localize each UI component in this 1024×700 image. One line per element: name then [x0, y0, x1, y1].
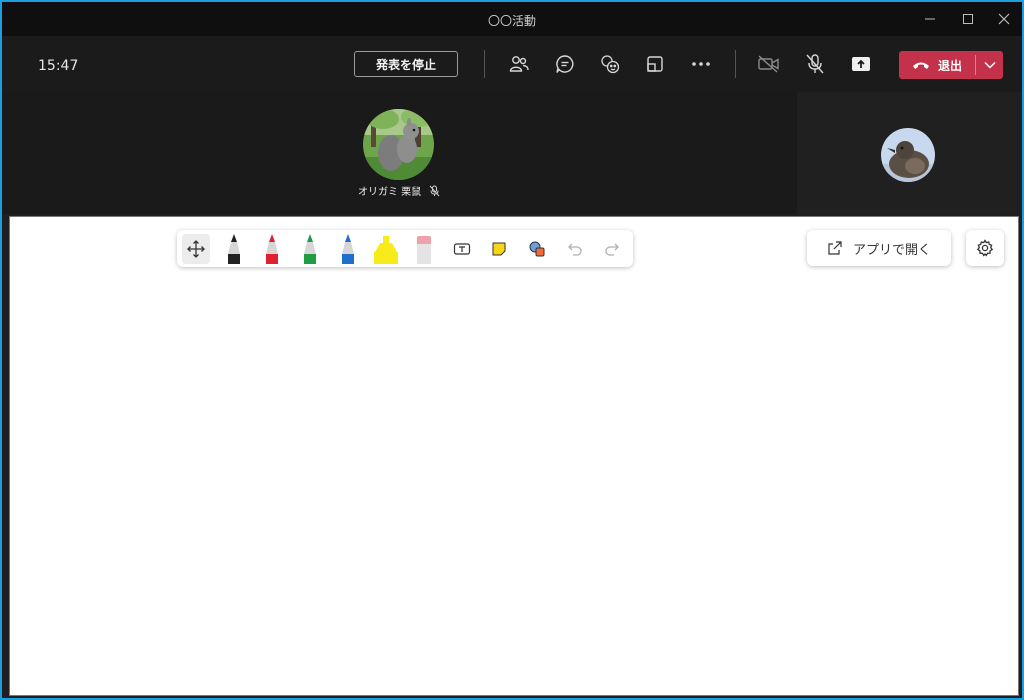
title-bar: 〇〇活動	[2, 2, 1022, 36]
pen-blue-icon	[342, 234, 354, 264]
eraser-tool[interactable]	[410, 234, 438, 264]
more-icon	[692, 62, 710, 66]
maximize-button[interactable]	[956, 8, 980, 30]
rooms-icon	[647, 56, 663, 72]
leave-main[interactable]: 退出	[899, 51, 975, 79]
more-actions-button[interactable]	[689, 52, 713, 76]
participant-avatar[interactable]	[363, 109, 434, 180]
leave-divider	[975, 55, 976, 75]
chat-icon	[556, 55, 574, 73]
sticky-note-tool[interactable]	[485, 234, 513, 264]
undo-icon	[568, 243, 582, 256]
teams-window: 〇〇活動 15:47 発表を停止 退出 オリガミ 栗鼠 アプリで開く	[0, 0, 1024, 700]
pen-black-tool[interactable]	[220, 234, 248, 264]
text-box-icon	[453, 243, 471, 255]
eraser-icon	[417, 236, 431, 264]
toolbar-divider	[484, 50, 485, 78]
meeting-toolbar: 15:47 発表を停止 退出	[2, 36, 1022, 92]
move-tool[interactable]	[182, 234, 210, 264]
leave-label: 退出	[937, 58, 962, 73]
pen-blue-tool[interactable]	[334, 234, 362, 264]
pen-black-icon	[228, 234, 240, 264]
highlighter-tool[interactable]	[370, 234, 402, 264]
people-icon	[509, 56, 529, 72]
pen-green-icon	[304, 234, 316, 264]
hang-up-icon	[912, 62, 929, 69]
people-button[interactable]	[507, 52, 531, 76]
open-in-app-button[interactable]: アプリで開く	[807, 230, 951, 266]
pen-red-tool[interactable]	[258, 234, 286, 264]
breakout-rooms-button[interactable]	[643, 52, 667, 76]
whiteboard-canvas[interactable]	[9, 216, 1019, 696]
stop-presenting-button[interactable]: 発表を停止	[354, 51, 458, 77]
participant-name: オリガミ 栗鼠	[358, 187, 422, 198]
mic-off-icon	[806, 54, 824, 74]
undo-button[interactable]	[561, 234, 589, 264]
pen-green-tool[interactable]	[296, 234, 324, 264]
ink-toolbar	[177, 230, 633, 267]
minimize-button[interactable]	[918, 8, 942, 30]
sticky-note-icon	[492, 242, 506, 256]
camera-off-icon	[758, 55, 779, 73]
chevron-down-icon	[984, 61, 996, 69]
chat-button[interactable]	[553, 52, 577, 76]
text-box-tool[interactable]	[448, 234, 476, 264]
reactions-button[interactable]	[598, 52, 622, 76]
camera-toggle-button[interactable]	[757, 52, 781, 76]
leave-button[interactable]: 退出	[899, 51, 1003, 79]
open-external-icon	[828, 241, 842, 255]
share-icon	[852, 57, 870, 71]
participant-name-tag: オリガミ 栗鼠	[358, 183, 440, 198]
bird-photo	[881, 128, 935, 182]
gear-icon	[976, 239, 994, 257]
pen-red-icon	[266, 234, 278, 264]
shapes-icon	[529, 241, 545, 257]
highlighter-icon	[374, 236, 398, 264]
self-avatar[interactable]	[881, 128, 935, 182]
redo-icon	[605, 243, 619, 256]
meeting-clock: 15:47	[38, 58, 79, 74]
minimize-icon	[925, 18, 935, 20]
close-icon	[998, 13, 1010, 25]
muted-mic-icon	[429, 185, 440, 196]
window-title: 〇〇活動	[487, 14, 536, 28]
reactions-icon	[601, 55, 620, 74]
mic-toggle-button[interactable]	[803, 52, 827, 76]
open-in-app-label: アプリで開く	[852, 242, 931, 258]
squirrel-photo	[363, 109, 434, 180]
leave-options-button[interactable]	[977, 51, 1003, 79]
redo-button[interactable]	[598, 234, 626, 264]
whiteboard-settings-button[interactable]	[966, 230, 1004, 266]
toolbar-divider	[735, 50, 736, 78]
share-content-button[interactable]	[849, 52, 873, 76]
maximize-icon	[963, 14, 973, 24]
close-button[interactable]	[992, 8, 1016, 30]
shapes-tool[interactable]	[523, 234, 551, 264]
move-icon	[187, 240, 205, 258]
